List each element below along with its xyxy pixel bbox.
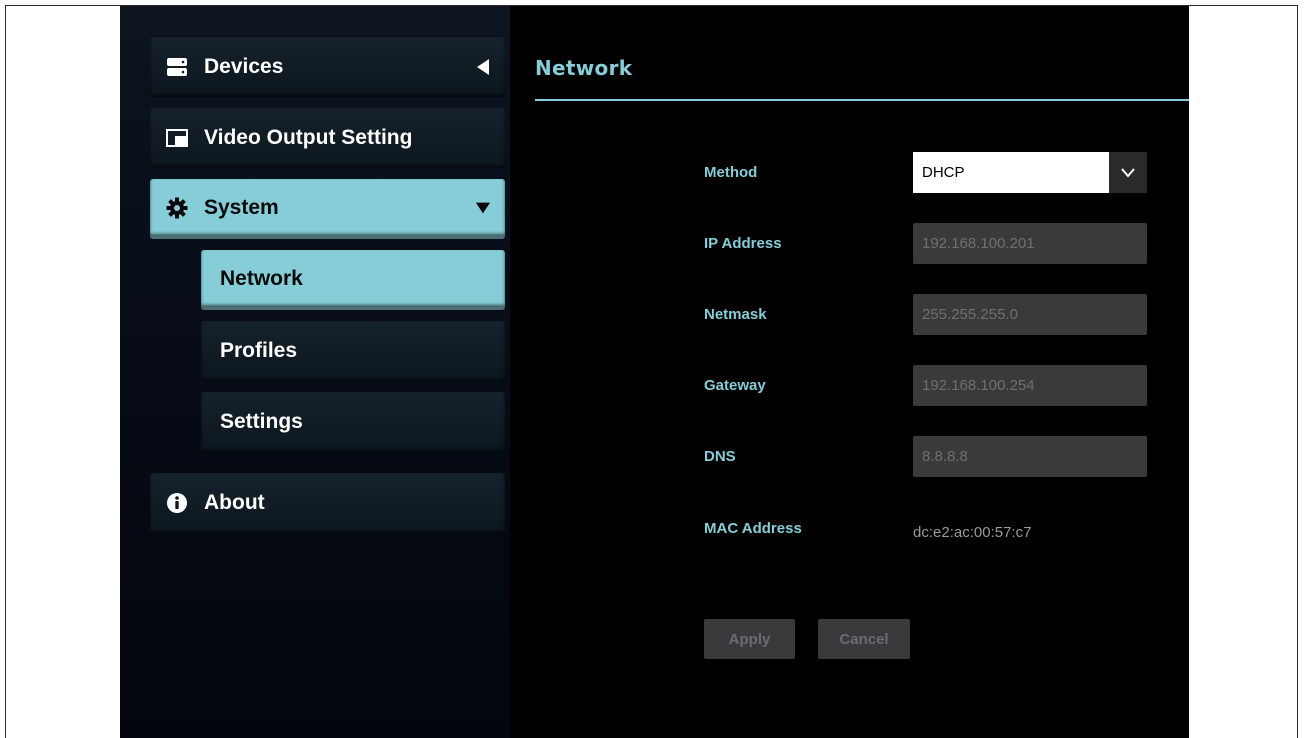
netmask-label: Netmask [704,306,767,323]
netmask-value: 255.255.255.0 [922,306,1018,323]
netmask-field[interactable]: 255.255.255.0 [913,294,1147,335]
sidebar-item-devices[interactable]: Devices [150,37,505,97]
app-window: Devices Video Output Setting System Netw… [120,6,1189,738]
sidebar-item-label: Network [220,266,303,290]
chevron-down-icon [475,199,491,217]
sidebar-item-label: Video Output Setting [204,126,413,149]
sidebar-item-settings[interactable]: Settings [201,392,505,452]
sidebar-item-video-output-setting[interactable]: Video Output Setting [150,108,505,168]
sidebar-item-system[interactable]: System [150,179,505,239]
sidebar-item-about[interactable]: About [150,473,505,533]
sidebar-item-network[interactable]: Network [201,250,505,310]
title-divider [535,99,1189,101]
sidebar-item-label: Profiles [220,339,298,362]
dns-value: 8.8.8.8 [922,448,968,465]
page-title: Network [535,56,633,80]
gateway-field[interactable]: 192.168.100.254 [913,365,1147,406]
ip-address-label: IP Address [704,235,782,252]
chevron-down-icon[interactable] [1109,152,1147,193]
mac-address-label: MAC Address [704,520,802,537]
ip-address-value: 192.168.100.201 [922,235,1035,252]
cancel-button[interactable]: Cancel [818,619,910,659]
gear-icon [166,197,188,219]
ip-address-field[interactable]: 192.168.100.201 [913,223,1147,264]
apply-button[interactable]: Apply [704,619,795,659]
sidebar-item-label: Devices [204,55,284,78]
gateway-label: Gateway [704,377,766,394]
dns-label: DNS [704,448,736,465]
sidebar-item-profiles[interactable]: Profiles [201,321,505,381]
sidebar-item-label: About [204,491,265,514]
mac-address-value: dc:e2:ac:00:57:c7 [913,524,1032,541]
gateway-value: 192.168.100.254 [922,377,1035,394]
method-select[interactable]: DHCP [913,152,1147,193]
pip-icon [166,127,188,149]
chevron-left-icon [475,58,491,76]
server-icon [166,56,188,78]
sidebar-item-label: System [204,195,279,219]
sidebar-item-label: Settings [220,410,303,433]
sidebar: Devices Video Output Setting System Netw… [120,6,510,738]
info-icon [166,492,188,514]
method-label: Method [704,164,758,181]
network-panel: Network Method DHCP IP Address 192.168.1… [510,6,1189,738]
method-select-value: DHCP [922,164,965,181]
dns-field[interactable]: 8.8.8.8 [913,436,1147,477]
